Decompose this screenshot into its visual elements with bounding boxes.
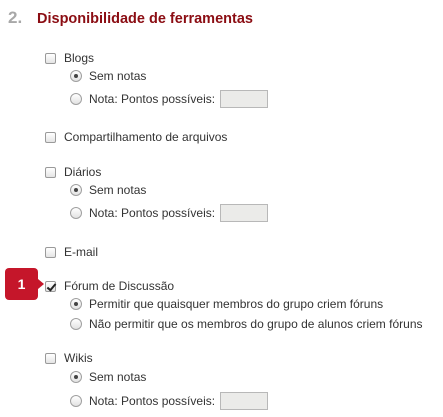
section-header: 2. Disponibilidade de ferramentas [8, 8, 253, 30]
file-sharing-checkbox[interactable] [45, 131, 56, 143]
blogs-option-no-grade[interactable]: Sem notas [70, 67, 146, 85]
journals-grade-label: Nota: Pontos possíveis: [89, 206, 216, 220]
blogs-checkbox[interactable] [45, 52, 56, 64]
wikis-checkbox[interactable] [45, 352, 56, 364]
journals-label: Diários [64, 165, 102, 179]
blogs-no-grade-radio[interactable] [70, 70, 82, 82]
forum-option-allow[interactable]: Permitir que quaisquer membros do grupo … [70, 295, 383, 313]
discussion-board-checkbox[interactable] [45, 280, 56, 292]
forum-disallow-radio[interactable] [70, 318, 82, 330]
tool-journals[interactable]: Diários [45, 163, 101, 181]
file-sharing-label: Compartilhamento de arquivos [64, 130, 228, 144]
section-title: Disponibilidade de ferramentas [37, 11, 253, 27]
journals-checkbox[interactable] [45, 166, 56, 178]
tool-email[interactable]: E-mail [45, 243, 98, 261]
section-number: 2. [8, 8, 23, 27]
wikis-no-grade-label: Sem notas [89, 370, 147, 384]
tool-discussion-board[interactable]: Fórum de Discussão [45, 277, 174, 295]
journals-no-grade-radio[interactable] [70, 184, 82, 196]
journals-points-input[interactable] [220, 204, 269, 222]
wikis-no-grade-radio[interactable] [70, 371, 82, 383]
wikis-label: Wikis [64, 351, 93, 365]
wikis-points-input[interactable] [220, 392, 269, 410]
forum-option-disallow[interactable]: Não permitir que os membros do grupo de … [70, 315, 423, 333]
journals-grade-radio[interactable] [70, 207, 82, 219]
blogs-grade-label: Nota: Pontos possíveis: [89, 92, 216, 106]
wikis-option-grade[interactable]: Nota: Pontos possíveis: [70, 392, 269, 410]
discussion-board-label: Fórum de Discussão [64, 279, 175, 293]
email-label: E-mail [64, 245, 99, 259]
wikis-option-no-grade[interactable]: Sem notas [70, 368, 146, 386]
tool-blogs[interactable]: Blogs [45, 49, 94, 67]
tool-wikis[interactable]: Wikis [45, 349, 93, 367]
tool-file-sharing[interactable]: Compartilhamento de arquivos [45, 128, 227, 146]
forum-allow-radio[interactable] [70, 298, 82, 310]
forum-disallow-label: Não permitir que os membros do grupo de … [89, 317, 423, 331]
forum-allow-label: Permitir que quaisquer membros do grupo … [89, 297, 384, 311]
journals-option-no-grade[interactable]: Sem notas [70, 181, 146, 199]
blogs-label: Blogs [64, 51, 95, 65]
blogs-no-grade-label: Sem notas [89, 69, 147, 83]
wikis-grade-label: Nota: Pontos possíveis: [89, 394, 216, 408]
blogs-option-grade[interactable]: Nota: Pontos possíveis: [70, 90, 269, 108]
wikis-grade-radio[interactable] [70, 395, 82, 407]
blogs-points-input[interactable] [220, 90, 269, 108]
step-callout-badge: 1 [5, 268, 44, 300]
email-checkbox[interactable] [45, 246, 56, 258]
journals-no-grade-label: Sem notas [89, 183, 147, 197]
journals-option-grade[interactable]: Nota: Pontos possíveis: [70, 204, 269, 222]
blogs-grade-radio[interactable] [70, 93, 82, 105]
